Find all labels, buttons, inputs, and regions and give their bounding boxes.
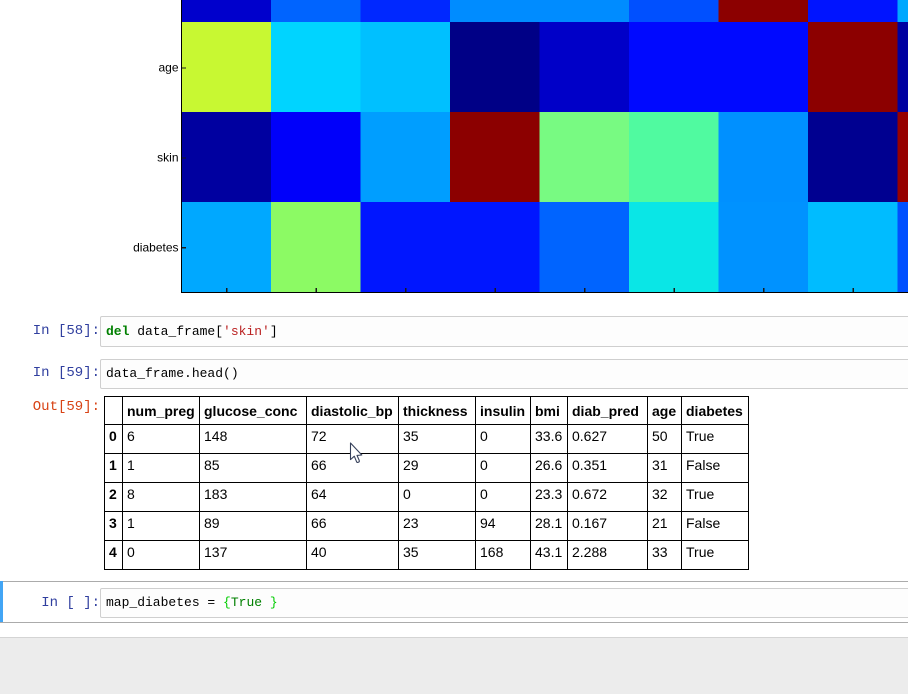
svg-text:age: age [158, 61, 178, 75]
svg-text:skin: skin [157, 151, 178, 165]
svg-text:diabetes: diabetes [133, 241, 178, 255]
